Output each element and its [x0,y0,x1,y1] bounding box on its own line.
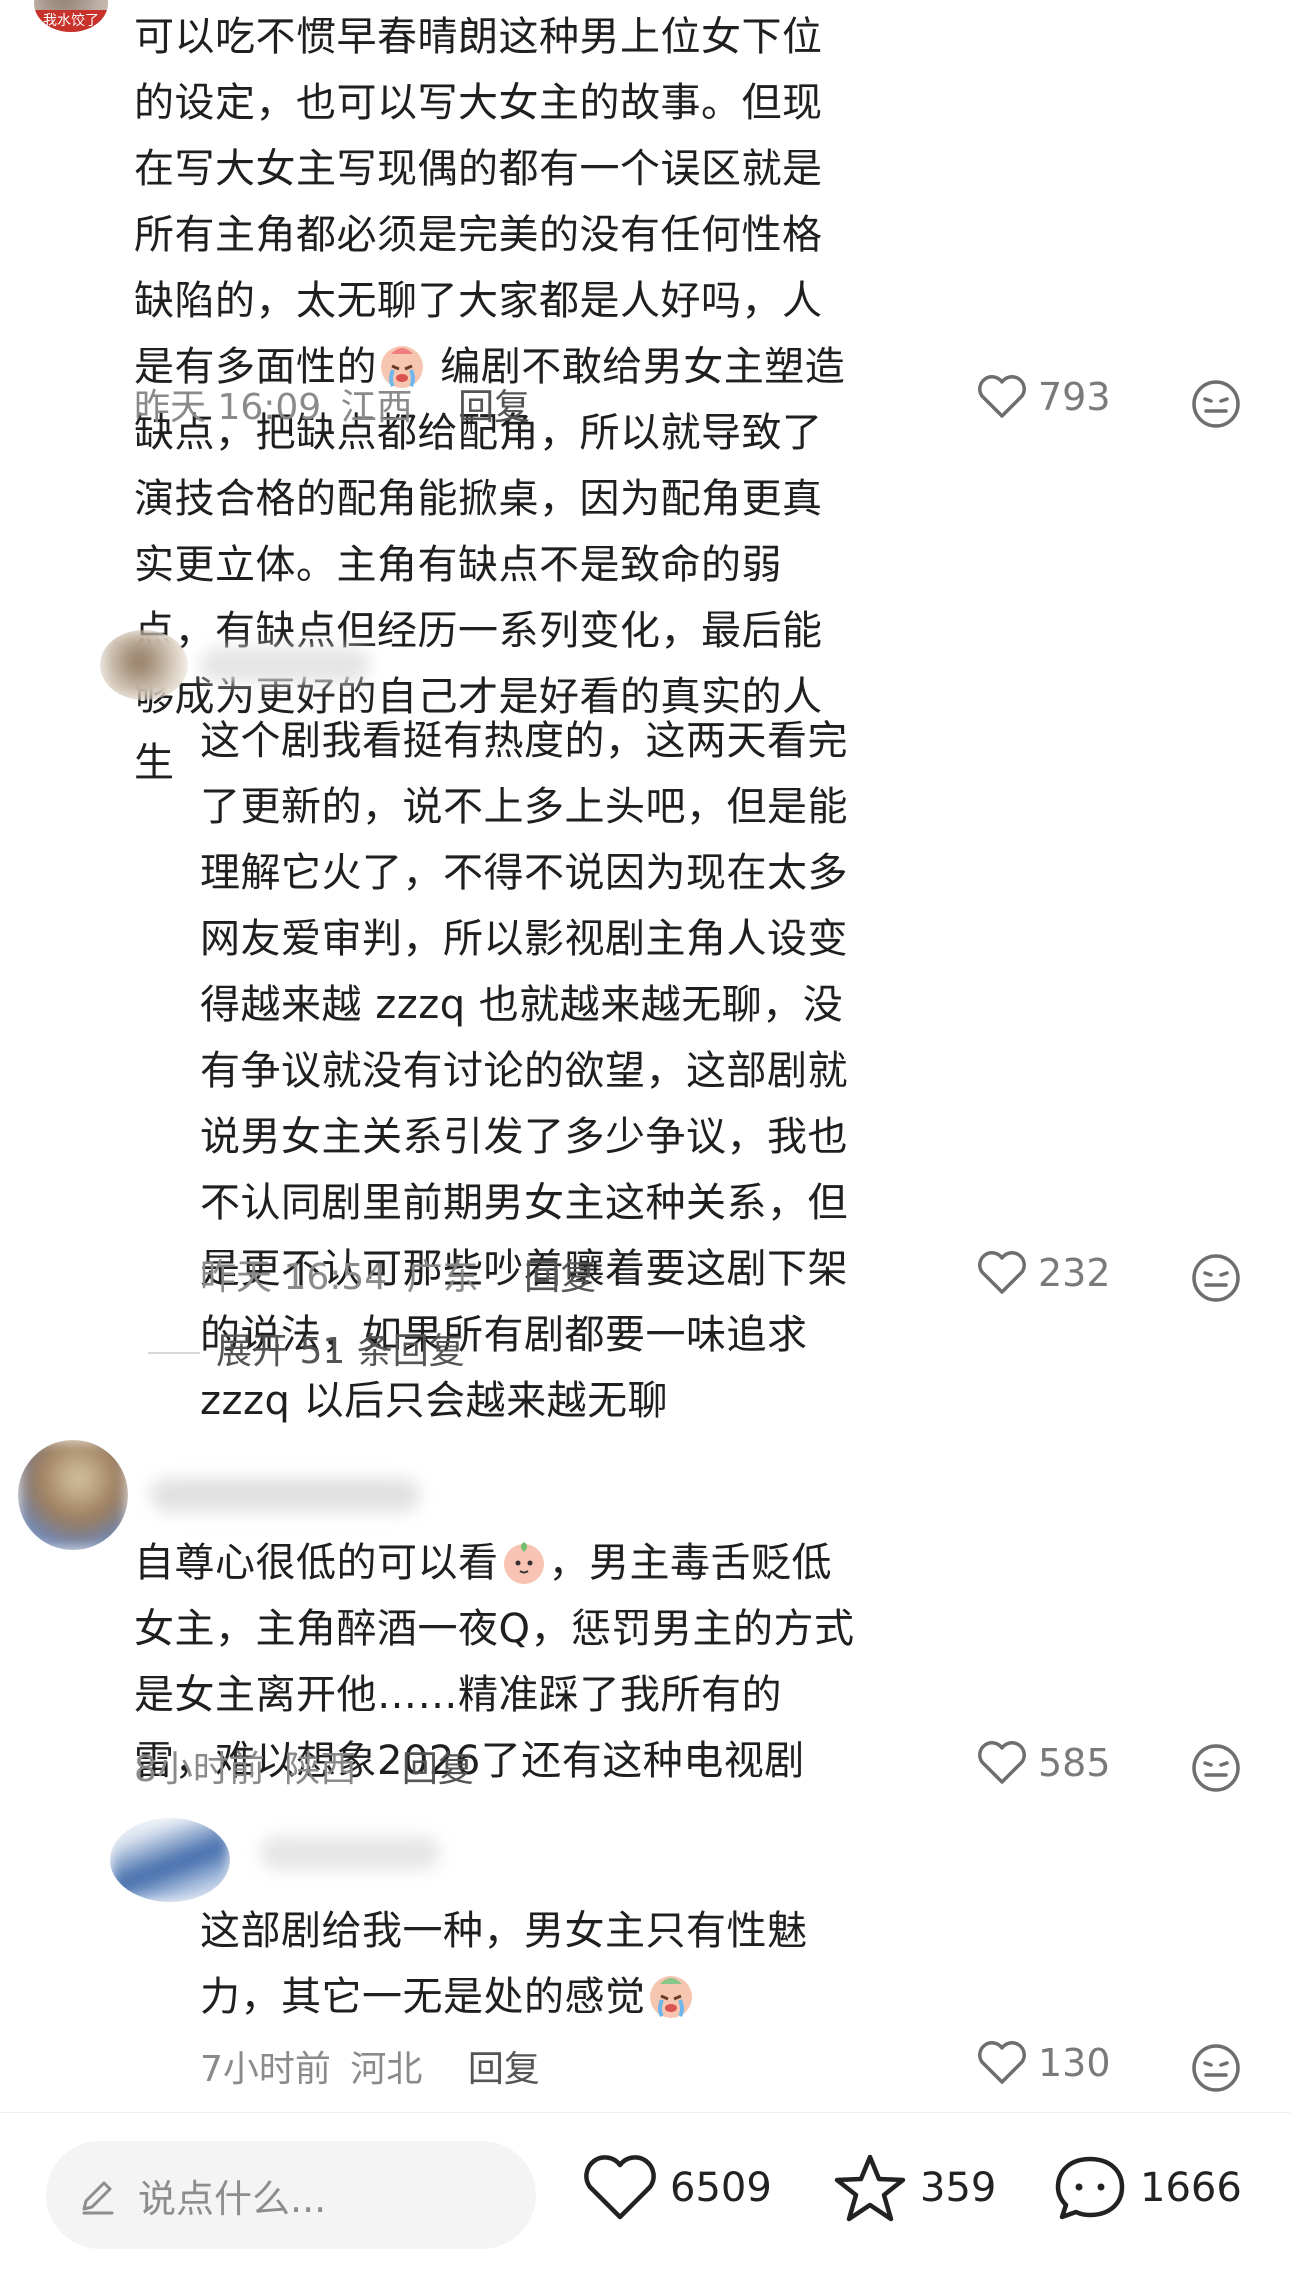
avatar[interactable] [18,1440,128,1550]
like-button[interactable]: 130 [976,2040,1111,2086]
comment-total-count: 1666 [1140,2165,1242,2211]
comment-input[interactable]: 说点什么... [46,2141,536,2249]
comment-meta: 昨天 16:54 广东 回复 [200,1248,596,1300]
comment-input-placeholder: 说点什么... [138,2176,327,2221]
username[interactable] [150,1478,420,1512]
dislike-face-icon[interactable] [1190,1742,1242,1794]
reply-button[interactable]: 回复 [402,1749,474,1790]
reply-button[interactable]: 回复 [524,1257,596,1298]
heart-icon [584,2155,656,2220]
expand-replies-button[interactable]: 展开 51 条回复 [216,1322,465,1374]
username[interactable] [260,1836,440,1870]
comment-time: 昨天 16:09 [134,387,322,428]
comment-time: 7小时前 [200,2049,331,2090]
comment-meta: 8小时前 陕西 回复 [134,1740,474,1792]
like-button[interactable]: 232 [976,1250,1111,1296]
dislike-face-icon[interactable] [1190,1252,1242,1304]
favorite-count: 359 [920,2165,997,2211]
dislike-face-icon[interactable] [1190,2042,1242,2094]
comment-time: 8小时前 [134,1749,265,1790]
avatar[interactable]: 我水饺了 [34,0,108,32]
like-count: 130 [1038,2041,1111,2085]
comment-time: 昨天 16:54 [200,1257,388,1298]
heart-icon [978,1251,1026,1294]
avatar-badge: 我水饺了 [34,10,108,32]
comment-count-button[interactable]: 1666 [1052,2153,1242,2223]
like-button[interactable]: 793 [976,374,1111,420]
dislike-face-icon[interactable] [1190,378,1242,430]
expand-divider [148,1352,200,1354]
favorite-button[interactable]: 359 [832,2153,996,2223]
comment-text: 这部剧给我一种，男女主只有性魅力，其它一无是处的感觉 [200,1908,808,2020]
comment-location: 广东 [406,1257,479,1298]
avatar[interactable] [100,630,188,700]
bottom-action-bar: 说点什么... 6509 359 1666 [0,2112,1290,2271]
comment-location: 江西 [340,387,413,428]
like-count: 585 [1038,1741,1111,1785]
heart-icon [978,1741,1026,1784]
like-total-button[interactable]: 6509 [582,2153,772,2223]
username[interactable] [200,648,370,682]
edit-icon [82,2181,114,2215]
avatar[interactable] [110,1818,230,1902]
crying-emoji [646,1970,696,2020]
like-total-count: 6509 [670,2165,772,2211]
comment-location: 陕西 [284,1749,357,1790]
star-icon [834,2154,906,2222]
heart-icon [978,2041,1026,2084]
like-count: 232 [1038,1251,1111,1295]
comment-location: 河北 [350,2049,423,2090]
comment-meta: 昨天 16:09 江西 回复 [134,378,530,430]
comment-meta: 7小时前 河北 回复 [200,2040,540,2092]
reply-button[interactable]: 回复 [458,387,530,428]
reply-button[interactable]: 回复 [468,2049,540,2090]
like-count: 793 [1038,375,1111,419]
peach-emoji [499,1536,549,1586]
heart-icon [978,375,1026,418]
comment-bubble-icon [1055,2156,1125,2220]
like-button[interactable]: 585 [976,1740,1111,1786]
